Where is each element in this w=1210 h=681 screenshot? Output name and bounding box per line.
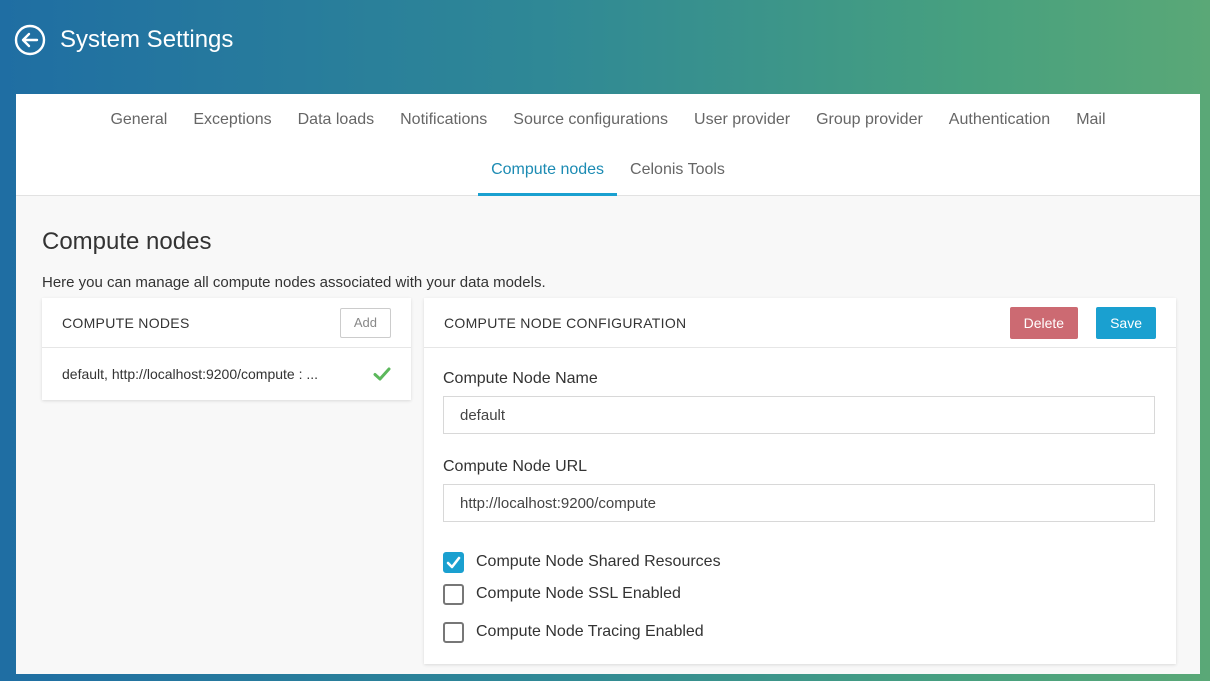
compute-node-name-input[interactable] bbox=[443, 396, 1155, 434]
app-header: System Settings bbox=[0, 0, 1210, 80]
compute-node-url-input[interactable] bbox=[443, 484, 1155, 522]
tab-notifications[interactable]: Notifications bbox=[387, 106, 500, 156]
tracing-enabled-checkbox[interactable] bbox=[443, 621, 464, 643]
page-title: Compute nodes bbox=[42, 228, 212, 255]
name-field-label: Compute Node Name bbox=[443, 370, 598, 387]
delete-button[interactable]: Delete bbox=[1009, 306, 1079, 339]
url-field-label: Compute Node URL bbox=[443, 458, 588, 475]
save-button[interactable]: Save bbox=[1096, 306, 1156, 339]
url-field-group: Compute Node URL bbox=[443, 458, 1157, 522]
list-item[interactable]: default, http://localhost:9200/compute :… bbox=[42, 348, 411, 400]
page-description: Here you can manage all compute nodes as… bbox=[42, 274, 546, 291]
tab-row-2: Compute nodes Celonis Tools bbox=[16, 156, 1200, 196]
arrow-left-circle-icon bbox=[14, 24, 46, 56]
name-field-group: Compute Node Name bbox=[443, 370, 1157, 434]
tab-celonis-tools[interactable]: Celonis Tools bbox=[617, 156, 738, 196]
ssl-enabled-checkbox[interactable] bbox=[443, 583, 464, 605]
ssl-enabled-checkbox-row[interactable]: Compute Node SSL Enabled bbox=[443, 578, 1157, 610]
compute-nodes-card: COMPUTE NODES Add default, http://localh… bbox=[42, 298, 411, 400]
tab-exceptions[interactable]: Exceptions bbox=[180, 106, 284, 156]
tab-authentication[interactable]: Authentication bbox=[936, 106, 1063, 156]
shared-resources-checkbox[interactable] bbox=[443, 551, 464, 573]
settings-panel: General Exceptions Data loads Notificati… bbox=[16, 94, 1200, 674]
tab-bar: General Exceptions Data loads Notificati… bbox=[16, 94, 1200, 196]
compute-node-config-card: COMPUTE NODE CONFIGURATION Delete Save C… bbox=[424, 298, 1176, 664]
compute-nodes-title: COMPUTE NODES bbox=[62, 314, 190, 331]
tab-source-configurations[interactable]: Source configurations bbox=[500, 106, 681, 156]
tab-group-provider[interactable]: Group provider bbox=[803, 106, 936, 156]
config-form: Compute Node Name Compute Node URL Compu… bbox=[424, 348, 1176, 648]
ssl-enabled-label: Compute Node SSL Enabled bbox=[476, 585, 681, 602]
tracing-enabled-checkbox-row[interactable]: Compute Node Tracing Enabled bbox=[443, 616, 1157, 648]
shared-resources-label: Compute Node Shared Resources bbox=[476, 553, 721, 570]
app-title: System Settings bbox=[60, 26, 234, 53]
node-item-label: default, http://localhost:9200/compute :… bbox=[62, 366, 319, 382]
back-button[interactable] bbox=[14, 24, 46, 56]
tracing-enabled-label: Compute Node Tracing Enabled bbox=[476, 623, 704, 640]
tab-row-1: General Exceptions Data loads Notificati… bbox=[16, 106, 1200, 156]
tab-general[interactable]: General bbox=[97, 106, 180, 156]
config-header: COMPUTE NODE CONFIGURATION Delete Save bbox=[424, 298, 1176, 348]
tab-data-loads[interactable]: Data loads bbox=[285, 106, 388, 156]
checkmark-icon bbox=[373, 367, 391, 381]
add-node-button[interactable]: Add bbox=[339, 307, 391, 338]
shared-resources-checkbox-row[interactable]: Compute Node Shared Resources bbox=[443, 546, 1157, 578]
config-actions: Delete Save bbox=[1009, 306, 1156, 339]
tab-mail[interactable]: Mail bbox=[1063, 106, 1118, 156]
check-icon bbox=[446, 556, 461, 568]
config-title: COMPUTE NODE CONFIGURATION bbox=[444, 314, 687, 331]
compute-nodes-header: COMPUTE NODES Add bbox=[42, 298, 411, 348]
tab-compute-nodes[interactable]: Compute nodes bbox=[478, 156, 618, 196]
tab-user-provider[interactable]: User provider bbox=[681, 106, 803, 156]
